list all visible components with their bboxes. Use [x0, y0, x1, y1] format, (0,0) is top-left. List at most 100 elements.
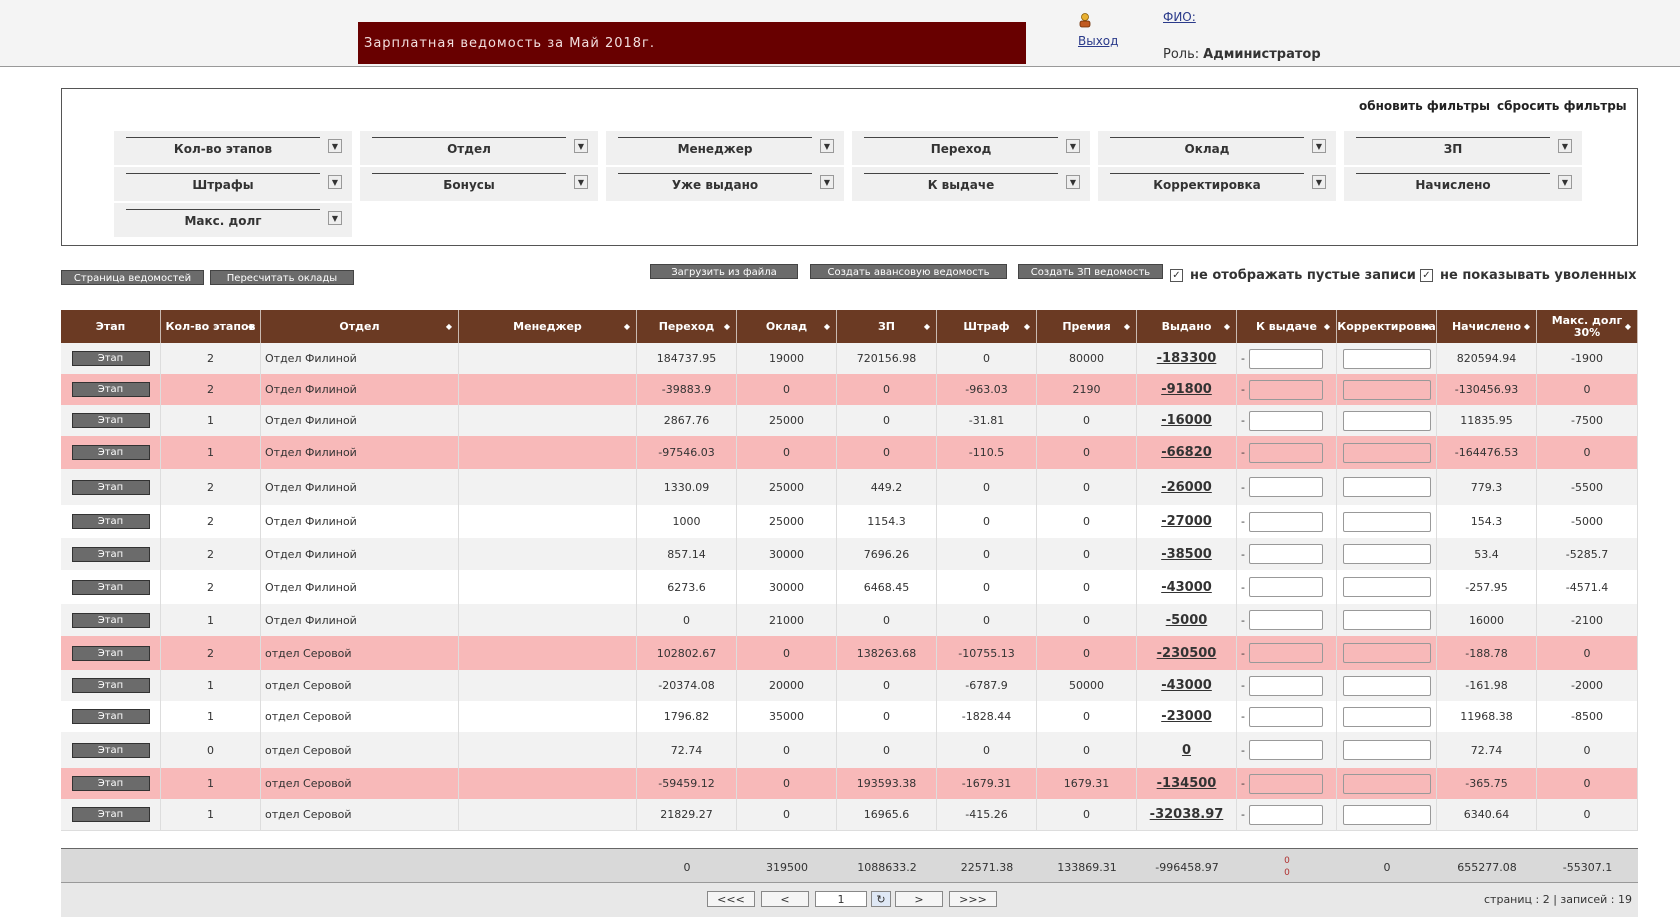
- sort-icon[interactable]: ◆: [1224, 321, 1230, 333]
- to-pay-input[interactable]: [1248, 410, 1323, 431]
- logout-link[interactable]: Выход: [1078, 34, 1118, 48]
- to-pay-input[interactable]: [1248, 643, 1323, 663]
- refresh-icon[interactable]: ↻: [871, 891, 891, 907]
- correction-input[interactable]: [1342, 610, 1431, 630]
- filter-dropdown-icon[interactable]: ▼: [574, 175, 588, 189]
- sort-icon[interactable]: ◆: [1424, 321, 1430, 333]
- sort-icon[interactable]: ◆: [924, 321, 930, 333]
- stage-button[interactable]: Этап: [71, 382, 150, 397]
- sort-icon[interactable]: ◆: [1324, 321, 1330, 333]
- column-header[interactable]: Оклад ◆: [737, 310, 837, 343]
- prev-page-button[interactable]: <: [761, 891, 809, 907]
- issued-link[interactable]: -66820: [1161, 445, 1212, 460]
- create-advance-button[interactable]: Создать авансовую ведомость: [810, 264, 1007, 279]
- issued-link[interactable]: -38500: [1161, 547, 1212, 562]
- recalc-salary-button[interactable]: Пересчитать оклады: [210, 270, 354, 285]
- correction-input[interactable]: [1342, 804, 1431, 825]
- column-header[interactable]: Отдел ◆: [261, 310, 459, 343]
- column-header[interactable]: Штраф ◆: [937, 310, 1037, 343]
- column-header[interactable]: ЗП ◆: [837, 310, 937, 343]
- correction-input[interactable]: [1342, 740, 1431, 760]
- stage-button[interactable]: Этап: [71, 742, 150, 758]
- issued-link[interactable]: -134500: [1157, 776, 1217, 791]
- issued-link[interactable]: 0: [1182, 743, 1191, 758]
- issued-link[interactable]: -43000: [1161, 580, 1212, 595]
- to-pay-input[interactable]: [1248, 379, 1323, 400]
- column-header[interactable]: Премия ◆: [1037, 310, 1137, 343]
- issued-link[interactable]: -91800: [1161, 382, 1212, 397]
- column-header[interactable]: Корректировка ◆: [1337, 310, 1437, 343]
- stage-button[interactable]: Этап: [71, 514, 150, 529]
- stage-button[interactable]: Этап: [71, 351, 150, 366]
- correction-input[interactable]: [1342, 379, 1431, 400]
- correction-input[interactable]: [1342, 643, 1431, 663]
- sort-icon[interactable]: ◆: [624, 321, 630, 333]
- issued-link[interactable]: -32038.97: [1150, 807, 1224, 822]
- filter-dropdown-icon[interactable]: ▼: [1066, 175, 1080, 189]
- page-number-input[interactable]: 1: [815, 891, 867, 907]
- column-header[interactable]: Макс. долг 30% ◆: [1537, 310, 1638, 343]
- to-pay-input[interactable]: [1248, 348, 1323, 369]
- hide-fired-checkbox[interactable]: ✓: [1420, 269, 1433, 282]
- to-pay-input[interactable]: [1248, 442, 1323, 463]
- column-header[interactable]: Этап: [61, 310, 161, 343]
- stage-button[interactable]: Этап: [71, 678, 150, 693]
- to-pay-input[interactable]: [1248, 610, 1323, 630]
- to-pay-input[interactable]: [1248, 544, 1323, 564]
- first-page-button[interactable]: <<<: [707, 891, 755, 907]
- issued-link[interactable]: -183300: [1157, 351, 1217, 366]
- filter-dropdown-icon[interactable]: ▼: [574, 139, 588, 153]
- to-pay-input[interactable]: [1248, 477, 1323, 497]
- sort-icon[interactable]: ◆: [446, 321, 452, 333]
- filter-dropdown-icon[interactable]: ▼: [328, 139, 342, 153]
- next-page-button[interactable]: >: [895, 891, 943, 907]
- pages-button[interactable]: Страница ведомостей: [61, 270, 204, 285]
- hide-empty-checkbox[interactable]: ✓: [1170, 269, 1183, 282]
- filter-dropdown-icon[interactable]: ▼: [328, 211, 342, 225]
- issued-link[interactable]: -43000: [1161, 678, 1212, 693]
- correction-input[interactable]: [1342, 410, 1431, 431]
- sort-icon[interactable]: ◆: [1124, 321, 1130, 333]
- create-zp-button[interactable]: Создать ЗП ведомость: [1018, 264, 1163, 279]
- to-pay-input[interactable]: [1248, 706, 1323, 727]
- reset-filters-link[interactable]: сбросить фильтры: [1497, 99, 1627, 113]
- refresh-filters-link[interactable]: обновить фильтры: [1359, 99, 1490, 113]
- stage-button[interactable]: Этап: [71, 579, 150, 595]
- filter-dropdown-icon[interactable]: ▼: [820, 139, 834, 153]
- column-header[interactable]: Менеджер ◆: [459, 310, 637, 343]
- sort-icon[interactable]: ◆: [248, 321, 254, 333]
- to-pay-input[interactable]: [1248, 804, 1323, 825]
- filter-dropdown-icon[interactable]: ▼: [1312, 139, 1326, 153]
- upload-file-button[interactable]: Загрузить из файла: [650, 264, 798, 279]
- stage-button[interactable]: Этап: [71, 776, 150, 791]
- correction-input[interactable]: [1342, 348, 1431, 369]
- column-header[interactable]: Переход ◆: [637, 310, 737, 343]
- correction-input[interactable]: [1342, 511, 1431, 532]
- sort-icon[interactable]: ◆: [1524, 321, 1530, 333]
- to-pay-input[interactable]: [1248, 577, 1323, 597]
- stage-button[interactable]: Этап: [71, 445, 150, 460]
- correction-input[interactable]: [1342, 477, 1431, 497]
- stage-button[interactable]: Этап: [71, 709, 150, 724]
- correction-input[interactable]: [1342, 577, 1431, 597]
- column-header[interactable]: Начислено ◆: [1437, 310, 1537, 343]
- column-header[interactable]: Кол-во этапов ◆: [161, 310, 261, 343]
- column-header[interactable]: Выдано ◆: [1137, 310, 1237, 343]
- filter-dropdown-icon[interactable]: ▼: [1558, 175, 1572, 189]
- issued-link[interactable]: -5000: [1166, 613, 1208, 628]
- issued-link[interactable]: -26000: [1161, 480, 1212, 495]
- issued-link[interactable]: -27000: [1161, 514, 1212, 529]
- issued-link[interactable]: -23000: [1161, 709, 1212, 724]
- correction-input[interactable]: [1342, 773, 1431, 794]
- sort-icon[interactable]: ◆: [824, 321, 830, 333]
- sort-icon[interactable]: ◆: [1024, 321, 1030, 333]
- issued-link[interactable]: -230500: [1157, 646, 1217, 661]
- filter-dropdown-icon[interactable]: ▼: [1558, 139, 1572, 153]
- filter-dropdown-icon[interactable]: ▼: [1066, 139, 1080, 153]
- to-pay-input[interactable]: [1248, 675, 1323, 696]
- stage-button[interactable]: Этап: [71, 413, 150, 428]
- filter-dropdown-icon[interactable]: ▼: [1312, 175, 1326, 189]
- stage-button[interactable]: Этап: [71, 479, 150, 495]
- issued-link[interactable]: -16000: [1161, 413, 1212, 428]
- stage-button[interactable]: Этап: [71, 807, 150, 822]
